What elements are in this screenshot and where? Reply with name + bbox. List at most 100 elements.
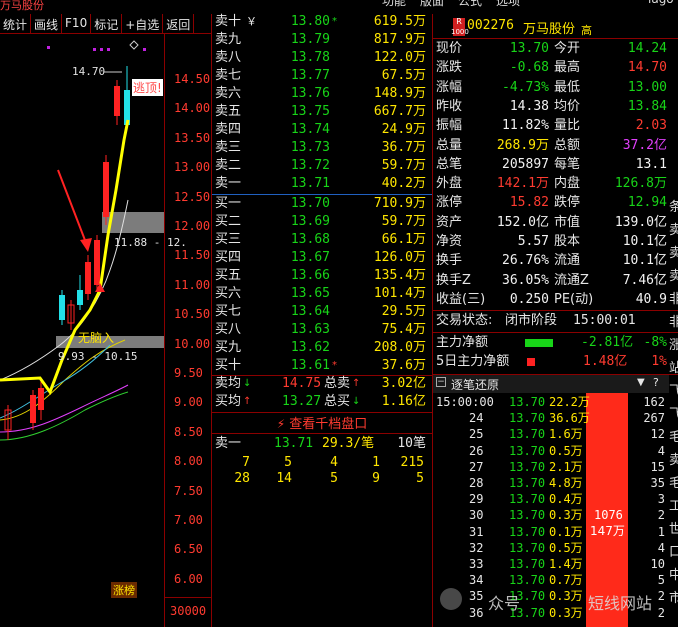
tick-volume: 0.5万 (549, 443, 583, 458)
total-buy-label: 总买 (324, 394, 351, 409)
bid-row: 买三 13.68 66.1万 (212, 232, 430, 249)
ask-volume: 619.5万 (373, 14, 426, 29)
avg-buy-label: 买均 (215, 394, 242, 409)
tick-volume: 0.5万 (549, 540, 583, 555)
tick-row: 27 13.70 2.1万 15 (433, 459, 669, 475)
quote-row: 总笔 205897 每笔 13.1 (433, 156, 669, 175)
divider (212, 433, 432, 434)
quote-row: 涨跌 -0.68 最高 14.70 (433, 59, 669, 78)
price-tick: 6.50 (174, 542, 203, 557)
total-sell-value: 3.02亿 (381, 376, 426, 391)
tick-price: 13.70 (509, 427, 546, 442)
tick-time: 26 (469, 443, 484, 458)
tick-price: 13.70 (509, 459, 546, 474)
filter-icon[interactable]: ▼ (637, 377, 645, 388)
bid-label: 买六 (215, 286, 242, 301)
quote-value: 142.1万 (496, 176, 549, 192)
total-sell-label: 总卖 (324, 376, 351, 391)
kline-chart-panel[interactable]: 万马股份 统计 画线 F10 标记 +自选 返回 14.70 逃顶! 11.88… (0, 0, 211, 627)
quote-row: 涨停 15.82 跌停 12.94 (433, 194, 669, 213)
tick-time: 15:00:00 (436, 395, 494, 409)
limit-up-tag: 涨榜 (111, 582, 137, 598)
quote-label: 均价 (554, 98, 581, 114)
price-tick: 14.50 (174, 72, 211, 86)
quote-label: 现价 (436, 41, 463, 56)
right-edge-char: 卖 (669, 223, 678, 238)
tick-row: 31 13.70 0.1万 1 (433, 524, 669, 540)
ask-label: 卖五 (215, 104, 242, 119)
quote-label: 振幅 (436, 118, 463, 134)
ask-price: 13.76 (290, 86, 330, 101)
price-tick: 6.00 (174, 571, 203, 586)
menu-item-functions[interactable]: 功能 (382, 0, 406, 8)
menu-item-formula[interactable]: 公式 (458, 0, 482, 8)
view-1000-level-label: 查看千档盘口 (289, 417, 368, 432)
quote-value: 2.03 (635, 118, 667, 134)
bid-price: 13.64 (290, 304, 330, 319)
bid-volume: 37.6万 (381, 358, 426, 373)
ask-price: 13.79 (290, 32, 330, 47)
ask-label: 卖七 (215, 68, 242, 83)
bid-ask-divider (212, 194, 432, 195)
tick-row: 28 13.70 4.8万 35 (433, 475, 669, 491)
quote-label: PE(动) (554, 291, 594, 307)
bid-label: 买四 (215, 250, 242, 265)
right-edge-char: 市 (669, 591, 678, 606)
stock-name: 万马股份 (523, 22, 576, 37)
menu-item-options[interactable]: 选项 (496, 0, 520, 8)
ask-price: 13.74 (290, 122, 330, 137)
collapse-icon[interactable]: − (436, 377, 446, 387)
bid-row: 买七 13.64 29.5万 (212, 304, 430, 321)
arrow-down-red (57, 169, 89, 249)
quote-label: 最高 (554, 60, 581, 76)
ask-volume: 36.7万 (381, 140, 426, 155)
tick-count: 1 (657, 524, 665, 539)
total-buy-value: 1.16亿 (381, 394, 426, 409)
quote-label: 涨停 (436, 195, 463, 211)
quote-label: 换手 (436, 253, 463, 269)
bid-row: 买九 13.62 208.0万 (212, 340, 430, 357)
quote-row: 涨幅 -4.73% 最低 13.00 (433, 79, 669, 98)
help-icon[interactable]: ? (653, 376, 659, 389)
down-arrow-icon: ↓ (243, 378, 252, 389)
flag-icon: * (332, 360, 337, 371)
bid-volume: 101.4万 (373, 286, 426, 301)
right-edge-char: 工 (669, 499, 678, 514)
toolbar-f10-button[interactable]: F10 (62, 14, 92, 33)
toolbar-mark-button[interactable]: 标记 (91, 14, 123, 33)
tick-time: 32 (469, 540, 484, 555)
menu-item-account[interactable]: lago (648, 0, 674, 6)
menu-item-layout[interactable]: 版面 (420, 0, 444, 8)
right-edge-char: 卖 (669, 269, 678, 284)
quote-label: 资产 (436, 214, 463, 230)
right-edge-char: 中 (669, 568, 678, 583)
toolbar-draw-button[interactable]: 画线 (31, 14, 63, 33)
toolbar-add-watchlist-button[interactable]: +自选 (122, 14, 164, 33)
toolbar-stats-button[interactable]: 统计 (0, 14, 32, 33)
tick-volume: 1.4万 (549, 557, 583, 571)
tick-count: 4 (657, 443, 665, 458)
tick-price: 13.70 (509, 476, 546, 490)
bid-volume: 29.5万 (381, 304, 426, 319)
yen-icon: ￥ (246, 15, 257, 28)
tick-row: 24 13.70 36.6万 267 (433, 410, 669, 426)
main-flow-5d-bar (527, 358, 535, 366)
quote-label: 换手Z (436, 272, 471, 288)
high-price-label: 14.70 (72, 65, 106, 78)
toolbar-back-button[interactable]: 返回 (163, 14, 195, 33)
main-flow-5d-row: 5日主力净额 1.48亿 1% (433, 353, 669, 372)
quote-row: 振幅 11.82% 量比 2.03 (433, 117, 669, 136)
view-1000-level-button[interactable]: ⚡ 查看千档盘口 (212, 413, 432, 433)
quote-value: 10.1亿 (622, 234, 667, 249)
main-flow-row: 主力净额 -2.81亿 -8% (433, 334, 669, 353)
tick-price: 13.70 (509, 540, 546, 555)
avg-sell-value: 14.75 (282, 376, 322, 391)
quote-value: 36.05% (502, 272, 549, 288)
ask-price: 13.80 (290, 14, 330, 29)
ask-price: 13.77 (290, 68, 330, 83)
badge-top: R (456, 17, 462, 26)
ask-volume: 667.7万 (373, 104, 426, 119)
tick-price: 13.70 (509, 557, 546, 571)
avg-buy-row: 买均 ↑ 13.27 总买 ↓ 1.16亿 (212, 394, 430, 411)
tick-volume: 4.8万 (549, 476, 583, 490)
